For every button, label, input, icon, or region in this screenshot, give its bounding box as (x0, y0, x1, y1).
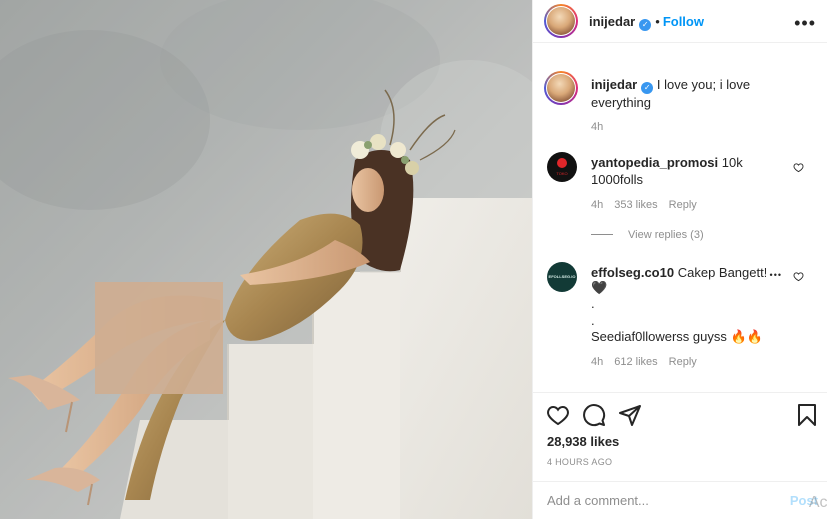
comment-text-line5: Seediaf0llowerss guyss 🔥🔥 (591, 329, 763, 344)
comment-options-icon[interactable]: ••• (770, 270, 782, 280)
caption-avatar[interactable] (547, 74, 575, 102)
comment-username[interactable]: effolseg.co10 (591, 265, 674, 280)
replies-divider (591, 234, 613, 235)
follow-button[interactable]: Follow (663, 14, 704, 29)
comment-text-wrap: yantopedia_promosi 10k 1000folls (591, 154, 781, 188)
comment-text-line4: . (591, 313, 595, 328)
comment-time[interactable]: 4h (591, 199, 603, 211)
comment-1: TOKO yantopedia_promosi 10k 1000folls 4h… (533, 150, 827, 250)
comment-text-line3: . (591, 296, 595, 311)
comment-avatar[interactable]: TOKO (547, 152, 577, 182)
comment-like-heart-icon[interactable] (793, 162, 804, 173)
comment-meta: 4h 353 likes Reply (591, 199, 708, 211)
view-replies-button[interactable]: View replies (3) (628, 229, 704, 241)
post-details-panel: inijedar ✓ • Follow ••• inijedar ✓ I love yo… (532, 0, 827, 519)
activation-watermark: Act (808, 494, 827, 511)
post-actions: 28,938 likes 4 HOURS AGO Post Act (533, 392, 827, 519)
comment-text-line2: 🖤 (591, 280, 608, 295)
separator: • (655, 14, 660, 29)
likes-count[interactable]: 28,938 likes (547, 434, 619, 449)
comment-like-heart-icon[interactable] (793, 271, 804, 282)
heart-icon[interactable] (546, 403, 570, 427)
comment-2: EFOLLSEG.IO effolseg.co10 Cakep Bangett!… (533, 260, 827, 375)
avatar-logo-icon (557, 158, 567, 168)
verified-badge-icon: ✓ (639, 19, 652, 31)
avatar-logo-text: TOKO (556, 171, 568, 176)
comment-input[interactable] (547, 493, 767, 508)
send-icon[interactable] (618, 403, 642, 427)
more-horizontal-icon[interactable]: ••• (794, 13, 816, 34)
post-timestamp[interactable]: 4 HOURS AGO (547, 457, 612, 467)
bookmark-icon[interactable] (796, 403, 818, 427)
reply-button[interactable]: Reply (669, 356, 697, 368)
reply-button[interactable]: Reply (669, 199, 697, 211)
comment-text-wrap: effolseg.co10 Cakep Bangett!! (591, 264, 766, 281)
comment-username[interactable]: yantopedia_promosi (591, 155, 718, 170)
author-username[interactable]: inijedar (589, 14, 635, 29)
photo-illustration (0, 0, 532, 519)
comment-likes[interactable]: 612 likes (614, 356, 657, 368)
caption: inijedar ✓ I love you; i love everything … (533, 66, 827, 136)
comment-avatar[interactable]: EFOLLSEG.IO (547, 262, 577, 292)
caption-username[interactable]: inijedar (591, 77, 637, 92)
comment-likes[interactable]: 353 likes (614, 199, 657, 211)
comment-icon[interactable] (582, 403, 606, 427)
header-identity: inijedar ✓ • Follow (589, 14, 704, 31)
avatar-logo-text: EFOLLSEG.IO (548, 274, 576, 279)
author-avatar[interactable] (547, 7, 575, 35)
instagram-post-view: inijedar ✓ • Follow ••• inijedar ✓ I love yo… (0, 0, 827, 519)
post-photo[interactable] (0, 0, 532, 519)
post-header: inijedar ✓ • Follow ••• (533, 0, 827, 43)
caption-time[interactable]: 4h (591, 121, 603, 133)
caption-text-wrap: inijedar ✓ I love you; i love everything (591, 76, 781, 111)
comment-text: Cakep Bangett!! (677, 265, 766, 280)
verified-badge-icon: ✓ (641, 82, 654, 94)
comment-meta: 4h 612 likes Reply (591, 356, 708, 368)
comment-composer: Post Act (533, 481, 827, 519)
comment-time[interactable]: 4h (591, 356, 603, 368)
caption-meta: 4h (591, 121, 614, 133)
